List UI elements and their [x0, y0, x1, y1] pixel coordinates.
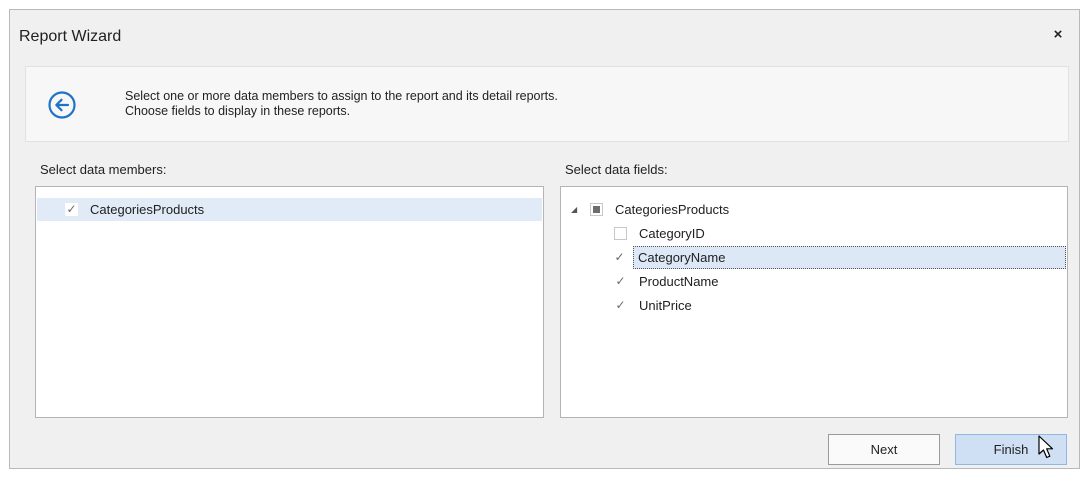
- field-label: CategoryID: [639, 226, 705, 241]
- checkbox-unchecked-icon[interactable]: [614, 227, 627, 240]
- field-label: UnitPrice: [639, 298, 692, 313]
- tree-root-row[interactable]: ◢ CategoriesProducts: [562, 198, 1066, 221]
- next-button[interactable]: Next: [828, 434, 940, 465]
- tree-root-label: CategoriesProducts: [615, 202, 730, 217]
- wizard-header: Select one or more data members to assig…: [25, 66, 1069, 142]
- wizard-description: Select one or more data members to assig…: [125, 89, 558, 119]
- field-label: CategoryName: [638, 250, 726, 265]
- checkbox-indeterminate-icon[interactable]: [590, 203, 603, 216]
- dialog-title: Report Wizard: [19, 28, 122, 45]
- tree-row[interactable]: ✓ ProductName: [562, 270, 1066, 293]
- data-members-list[interactable]: ✓ CategoriesProducts: [35, 186, 544, 418]
- data-fields-label: Select data fields:: [565, 162, 668, 177]
- checkbox-checked-icon[interactable]: ✓: [614, 275, 627, 288]
- title-bar: Report Wizard ×: [10, 10, 1079, 62]
- checkbox-checked-icon[interactable]: ✓: [65, 203, 78, 216]
- tree-row[interactable]: ✓ UnitPrice: [562, 294, 1066, 317]
- list-item[interactable]: ✓ CategoriesProducts: [37, 198, 542, 221]
- report-wizard-dialog: Report Wizard × Select one or more data …: [9, 9, 1080, 469]
- tree-row[interactable]: CategoryID: [562, 222, 1066, 245]
- data-members-label: Select data members:: [40, 162, 167, 177]
- description-line-1: Select one or more data members to assig…: [125, 89, 558, 103]
- expand-arrow-icon[interactable]: ◢: [571, 198, 577, 221]
- checkbox-checked-icon[interactable]: ✓: [614, 299, 627, 312]
- description-line-2: Choose fields to display in these report…: [125, 104, 351, 118]
- back-arrow-circle-icon[interactable]: [47, 90, 77, 120]
- data-fields-tree[interactable]: ◢ CategoriesProducts CategoryID ✓ Catego…: [560, 186, 1068, 418]
- close-icon[interactable]: ×: [1049, 26, 1067, 44]
- tree-row-focused[interactable]: ✓ CategoryName: [613, 246, 1066, 269]
- mouse-pointer-icon: [1038, 435, 1054, 459]
- data-member-label: CategoriesProducts: [90, 202, 205, 217]
- field-label: ProductName: [639, 274, 719, 289]
- checkbox-checked-icon[interactable]: ✓: [613, 251, 626, 264]
